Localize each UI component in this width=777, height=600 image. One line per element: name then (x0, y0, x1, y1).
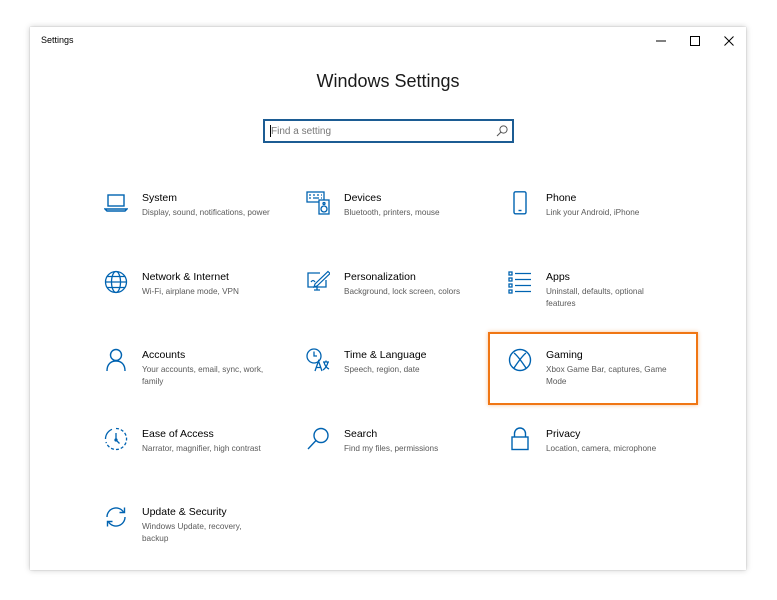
tile-update-security[interactable]: Update & Security Windows Update, recove… (102, 505, 302, 571)
laptop-icon (104, 191, 128, 215)
tile-label: Time & Language (344, 349, 427, 361)
tile-label: Personalization (344, 271, 416, 283)
tile-description: Speech, region, date (344, 365, 420, 374)
tile-label: Privacy (546, 428, 581, 440)
settings-window: Settings Windows Settings System Display… (30, 27, 746, 570)
tile-system[interactable]: System Display, sound, notifications, po… (102, 191, 302, 257)
tile-label: Search (344, 428, 378, 440)
phone-icon (508, 191, 532, 215)
tile-accounts[interactable]: Accounts Your accounts, email, sync, wor… (102, 348, 302, 414)
tile-search[interactable]: Search Find my files, permissions (304, 427, 504, 493)
app-title: Settings (41, 35, 74, 45)
tile-description: Find my files, permissions (344, 444, 439, 453)
minimize-button[interactable] (644, 27, 678, 55)
tile-time-language[interactable]: Time & Language Speech, region, date (304, 348, 504, 414)
lock-icon (508, 427, 532, 451)
tile-description: Your accounts, email, sync, work, family (142, 365, 264, 386)
globe-icon (104, 270, 128, 294)
tile-label: Devices (344, 192, 382, 204)
tile-devices[interactable]: Devices Bluetooth, printers, mouse (304, 191, 504, 257)
tile-description: Wi-Fi, airplane mode, VPN (142, 287, 239, 296)
search-input[interactable] (265, 121, 491, 141)
tile-label: System (142, 192, 178, 204)
apps-list-icon (508, 270, 532, 294)
tile-description: Display, sound, notifications, power (142, 208, 270, 217)
clock-language-icon (306, 348, 330, 372)
tile-label: Phone (546, 192, 577, 204)
tile-label: Accounts (142, 349, 186, 361)
tile-privacy[interactable]: Privacy Location, camera, microphone (506, 427, 706, 493)
tile-label: Apps (546, 271, 570, 283)
tile-personalization[interactable]: Personalization Background, lock screen,… (304, 270, 504, 336)
tile-label: Ease of Access (142, 428, 214, 440)
person-icon (104, 348, 128, 372)
tile-description: Narrator, magnifier, high contrast (142, 444, 261, 453)
title-bar[interactable]: Settings (30, 27, 746, 55)
close-icon (724, 36, 734, 46)
tile-apps[interactable]: Apps Uninstall, defaults, optional featu… (506, 270, 706, 336)
search-box[interactable] (263, 119, 514, 143)
tile-description: Link your Android, iPhone (546, 208, 640, 217)
gaming-highlight-box (488, 332, 698, 405)
tile-label: Network & Internet (142, 271, 229, 283)
tile-description: Location, camera, microphone (546, 444, 657, 453)
page-title: Windows Settings (316, 71, 460, 91)
maximize-button[interactable] (678, 27, 712, 55)
text-caret (270, 125, 271, 137)
tile-ease-of-access[interactable]: Ease of Access Narrator, magnifier, high… (102, 427, 302, 493)
minimize-icon (656, 40, 666, 42)
maximize-icon (690, 36, 700, 46)
tile-description: Windows Update, recovery, backup (142, 522, 242, 543)
search-icon[interactable] (496, 125, 508, 137)
devices-icon (306, 191, 330, 215)
ease-of-access-icon (104, 427, 128, 451)
close-button[interactable] (712, 27, 746, 55)
magnifier-icon (306, 427, 330, 451)
tile-description: Bluetooth, printers, mouse (344, 208, 440, 217)
tile-label: Update & Security (142, 506, 227, 518)
sync-arrows-icon (104, 505, 128, 529)
tile-network-internet[interactable]: Network & Internet Wi-Fi, airplane mode,… (102, 270, 302, 336)
tile-phone[interactable]: Phone Link your Android, iPhone (506, 191, 706, 257)
tile-description: Uninstall, defaults, optional features (546, 287, 644, 308)
tile-description: Background, lock screen, colors (344, 287, 461, 296)
pen-on-screen-icon (306, 270, 330, 294)
